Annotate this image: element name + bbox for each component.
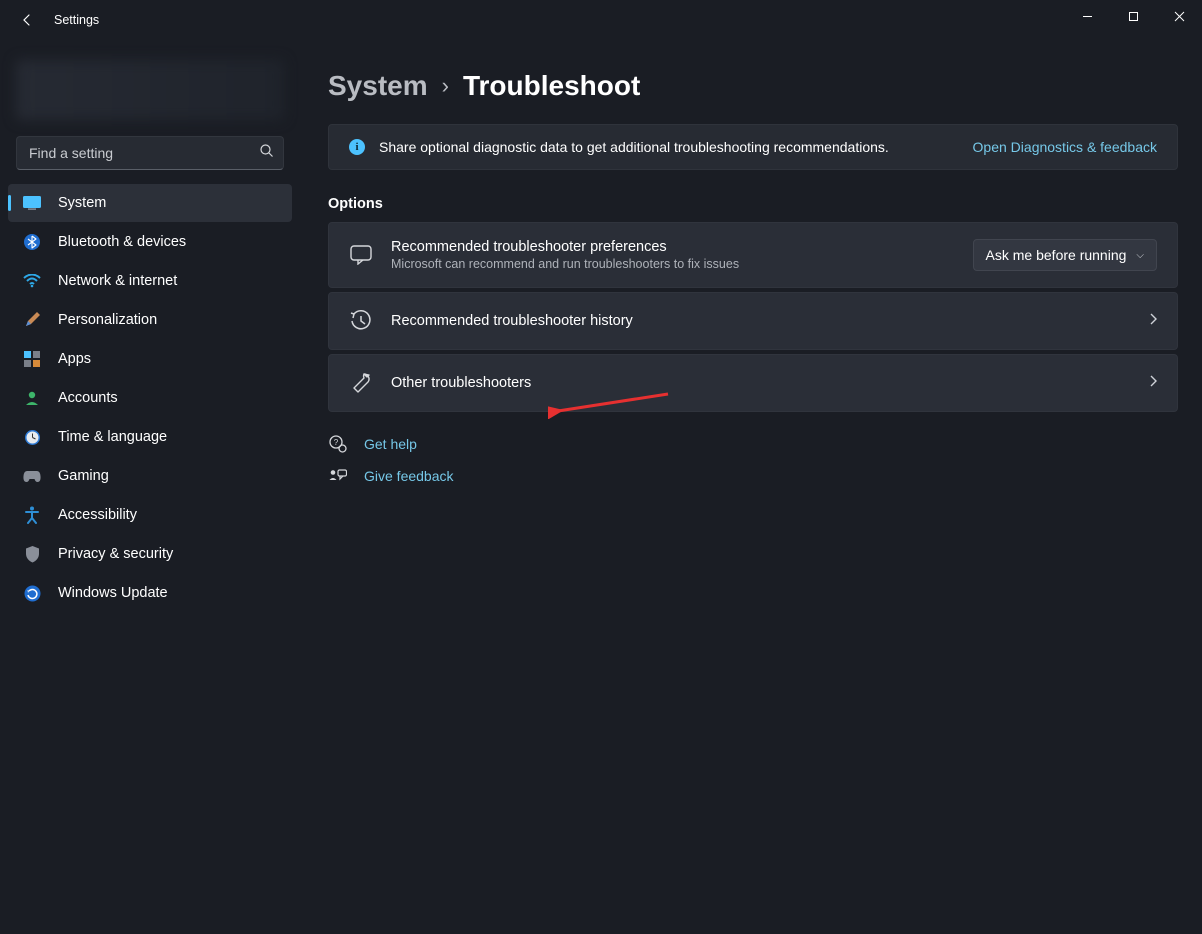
- search-icon: [259, 143, 274, 163]
- maximize-button[interactable]: [1110, 0, 1156, 32]
- apps-icon: [22, 349, 42, 369]
- page-title: Troubleshoot: [463, 70, 640, 102]
- close-button[interactable]: [1156, 0, 1202, 32]
- help-item-gethelp: ? Get help: [328, 434, 1178, 454]
- gamepad-icon: [22, 466, 42, 486]
- chevron-right-icon: [1149, 312, 1157, 330]
- system-icon: [22, 193, 42, 213]
- sidebar-item-label: System: [58, 195, 106, 211]
- sidebar-item-gaming[interactable]: Gaming: [8, 457, 292, 495]
- title-bar: Settings: [0, 0, 1202, 40]
- info-banner: i Share optional diagnostic data to get …: [328, 124, 1178, 170]
- help-icon: ?: [328, 434, 348, 454]
- help-item-feedback: Give feedback: [328, 466, 1178, 486]
- sidebar-item-label: Personalization: [58, 312, 157, 328]
- card-title: Other troubleshooters: [391, 375, 1149, 391]
- card-title: Recommended troubleshooter history: [391, 313, 1149, 329]
- sidebar-item-label: Bluetooth & devices: [58, 234, 186, 250]
- wrench-icon: [349, 371, 373, 395]
- breadcrumb: System › Troubleshoot: [328, 70, 1178, 102]
- sidebar-item-time[interactable]: Time & language: [8, 418, 292, 456]
- sidebar-item-accounts[interactable]: Accounts: [8, 379, 292, 417]
- svg-text:?: ?: [334, 438, 339, 447]
- preferences-dropdown[interactable]: Ask me before running ⌵: [973, 239, 1157, 271]
- bluetooth-icon: [22, 232, 42, 252]
- update-icon: [22, 583, 42, 603]
- card-other-troubleshooters[interactable]: Other troubleshooters: [328, 354, 1178, 412]
- window-controls: [1064, 0, 1202, 32]
- back-button[interactable]: [18, 11, 36, 29]
- breadcrumb-root[interactable]: System: [328, 70, 428, 102]
- feedback-icon: [328, 466, 348, 486]
- chevron-right-icon: [1149, 374, 1157, 392]
- history-icon: [349, 309, 373, 333]
- card-troubleshooter-history[interactable]: Recommended troubleshooter history: [328, 292, 1178, 350]
- sidebar-item-label: Apps: [58, 351, 91, 367]
- minimize-button[interactable]: [1064, 0, 1110, 32]
- chat-icon: [349, 243, 373, 267]
- open-diagnostics-link[interactable]: Open Diagnostics & feedback: [973, 139, 1157, 155]
- sidebar-item-label: Time & language: [58, 429, 167, 445]
- paintbrush-icon: [22, 310, 42, 330]
- sidebar-item-personalization[interactable]: Personalization: [8, 301, 292, 339]
- sidebar-item-label: Network & internet: [58, 273, 177, 289]
- sidebar-item-label: Privacy & security: [58, 546, 173, 562]
- sidebar-item-label: Gaming: [58, 468, 109, 484]
- sidebar-item-privacy[interactable]: Privacy & security: [8, 535, 292, 573]
- sidebar-item-apps[interactable]: Apps: [8, 340, 292, 378]
- sidebar: System Bluetooth & devices Network & int…: [0, 40, 300, 934]
- chevron-down-icon: ⌵: [1136, 250, 1144, 261]
- sidebar-item-system[interactable]: System: [8, 184, 292, 222]
- get-help-link[interactable]: Get help: [364, 436, 417, 452]
- chevron-right-icon: ›: [442, 73, 449, 99]
- accessibility-icon: [22, 505, 42, 525]
- dropdown-label: Ask me before running: [986, 247, 1127, 263]
- wifi-icon: [22, 271, 42, 291]
- search-input[interactable]: [16, 136, 284, 170]
- card-title: Recommended troubleshooter preferences: [391, 239, 973, 255]
- sidebar-item-network[interactable]: Network & internet: [8, 262, 292, 300]
- banner-text: Share optional diagnostic data to get ad…: [379, 139, 953, 155]
- shield-icon: [22, 544, 42, 564]
- sidebar-item-label: Accounts: [58, 390, 118, 406]
- nav-list: System Bluetooth & devices Network & int…: [0, 184, 300, 612]
- sidebar-item-update[interactable]: Windows Update: [8, 574, 292, 612]
- card-troubleshooter-preferences[interactable]: Recommended troubleshooter preferences M…: [328, 222, 1178, 288]
- sidebar-item-bluetooth[interactable]: Bluetooth & devices: [8, 223, 292, 261]
- help-links: ? Get help Give feedback: [328, 434, 1178, 486]
- info-icon: i: [349, 139, 365, 155]
- user-profile-area[interactable]: [16, 60, 284, 120]
- clock-icon: [22, 427, 42, 447]
- window-title: Settings: [54, 13, 99, 27]
- person-icon: [22, 388, 42, 408]
- sidebar-item-label: Windows Update: [58, 585, 168, 601]
- sidebar-item-label: Accessibility: [58, 507, 137, 523]
- section-heading: Options: [328, 196, 1178, 212]
- search-wrap: [16, 136, 284, 170]
- sidebar-item-accessibility[interactable]: Accessibility: [8, 496, 292, 534]
- give-feedback-link[interactable]: Give feedback: [364, 468, 454, 484]
- main-content: System › Troubleshoot i Share optional d…: [300, 40, 1202, 934]
- card-subtitle: Microsoft can recommend and run troubles…: [391, 257, 973, 271]
